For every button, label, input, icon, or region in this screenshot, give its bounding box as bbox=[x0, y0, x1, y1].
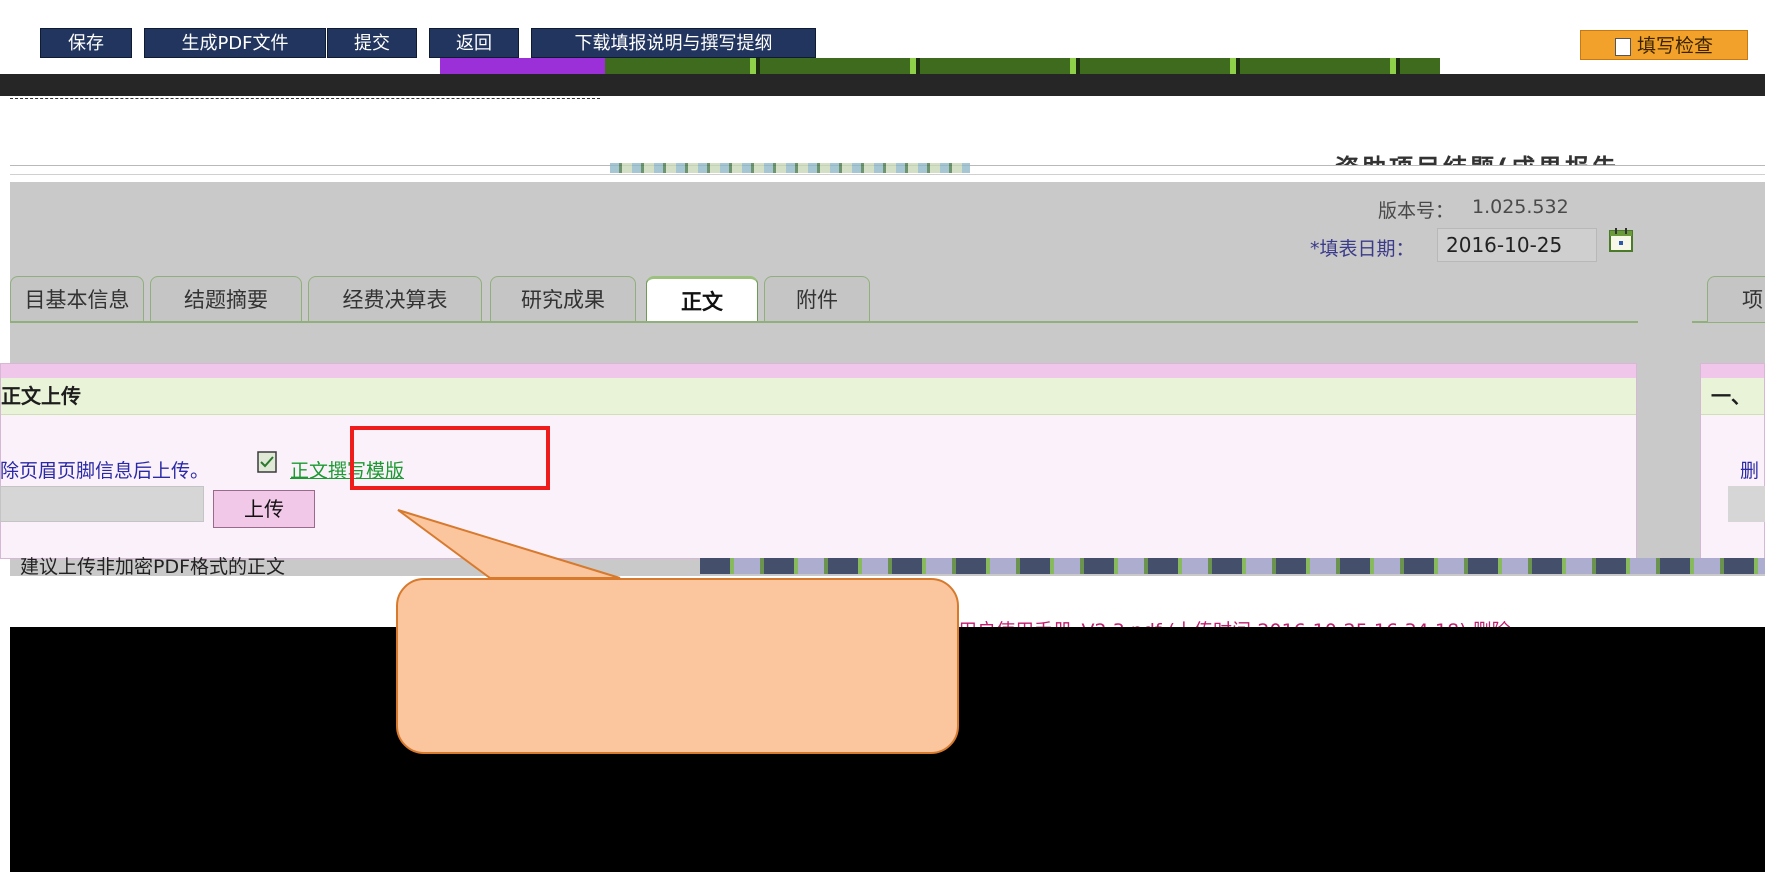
document-icon bbox=[257, 451, 277, 473]
tab-attachments[interactable]: 附件 bbox=[764, 276, 870, 322]
tab-budget[interactable]: 经费决算表 bbox=[308, 276, 482, 322]
upload-hint: 除页眉页脚信息后上传。 bbox=[0, 460, 210, 482]
tab-main-text[interactable]: 正文 bbox=[646, 276, 758, 322]
divider bbox=[10, 98, 600, 99]
right-file-input[interactable] bbox=[1728, 486, 1765, 522]
tab-summary[interactable]: 结题摘要 bbox=[150, 276, 302, 322]
toolbar-artifact-purple bbox=[440, 58, 605, 74]
right-panel-text: 删 bbox=[1740, 460, 1760, 482]
fill-check-button[interactable]: 填写检查 bbox=[1580, 30, 1748, 60]
version-value: 1.025.532 bbox=[1472, 196, 1569, 218]
tab-basic-info[interactable]: 目基本信息 bbox=[10, 276, 144, 322]
highlight-box bbox=[350, 426, 550, 490]
save-button[interactable]: 保存 bbox=[40, 28, 132, 58]
upload-panel-heading: 正文上传 bbox=[1, 378, 1636, 415]
download-guide-button[interactable]: 下载填报说明与撰写提纲 bbox=[531, 28, 816, 58]
render-artifact bbox=[700, 558, 1765, 574]
toolbar-background bbox=[0, 74, 1765, 96]
upload-button[interactable]: 上传 bbox=[213, 490, 315, 528]
panel-head-accent bbox=[1, 364, 1636, 378]
calendar-icon[interactable] bbox=[1608, 227, 1634, 253]
callout-bubble bbox=[396, 578, 959, 754]
back-button[interactable]: 返回 bbox=[429, 28, 519, 58]
panel-head-accent bbox=[1701, 364, 1764, 378]
version-label: 版本号： bbox=[1378, 200, 1455, 222]
generate-pdf-button[interactable]: 生成PDF文件 bbox=[144, 28, 326, 58]
render-artifact bbox=[610, 163, 970, 173]
fill-check-label: 填写检查 bbox=[1636, 35, 1713, 57]
tab-divider bbox=[10, 321, 1638, 323]
upload-panel: 正文上传 bbox=[0, 363, 1637, 559]
date-label: *填表日期： bbox=[1310, 238, 1415, 260]
date-field[interactable]: 2016-10-25 bbox=[1437, 228, 1597, 262]
tab-project-right[interactable]: 项 bbox=[1707, 276, 1765, 322]
page-title: 资助项目结题(成果报告 bbox=[1335, 148, 1619, 166]
document-icon bbox=[1614, 37, 1631, 56]
file-input[interactable] bbox=[0, 486, 204, 522]
tab-results[interactable]: 研究成果 bbox=[490, 276, 636, 322]
submit-button[interactable]: 提交 bbox=[327, 28, 417, 58]
right-panel-heading: 一、 bbox=[1701, 378, 1764, 415]
